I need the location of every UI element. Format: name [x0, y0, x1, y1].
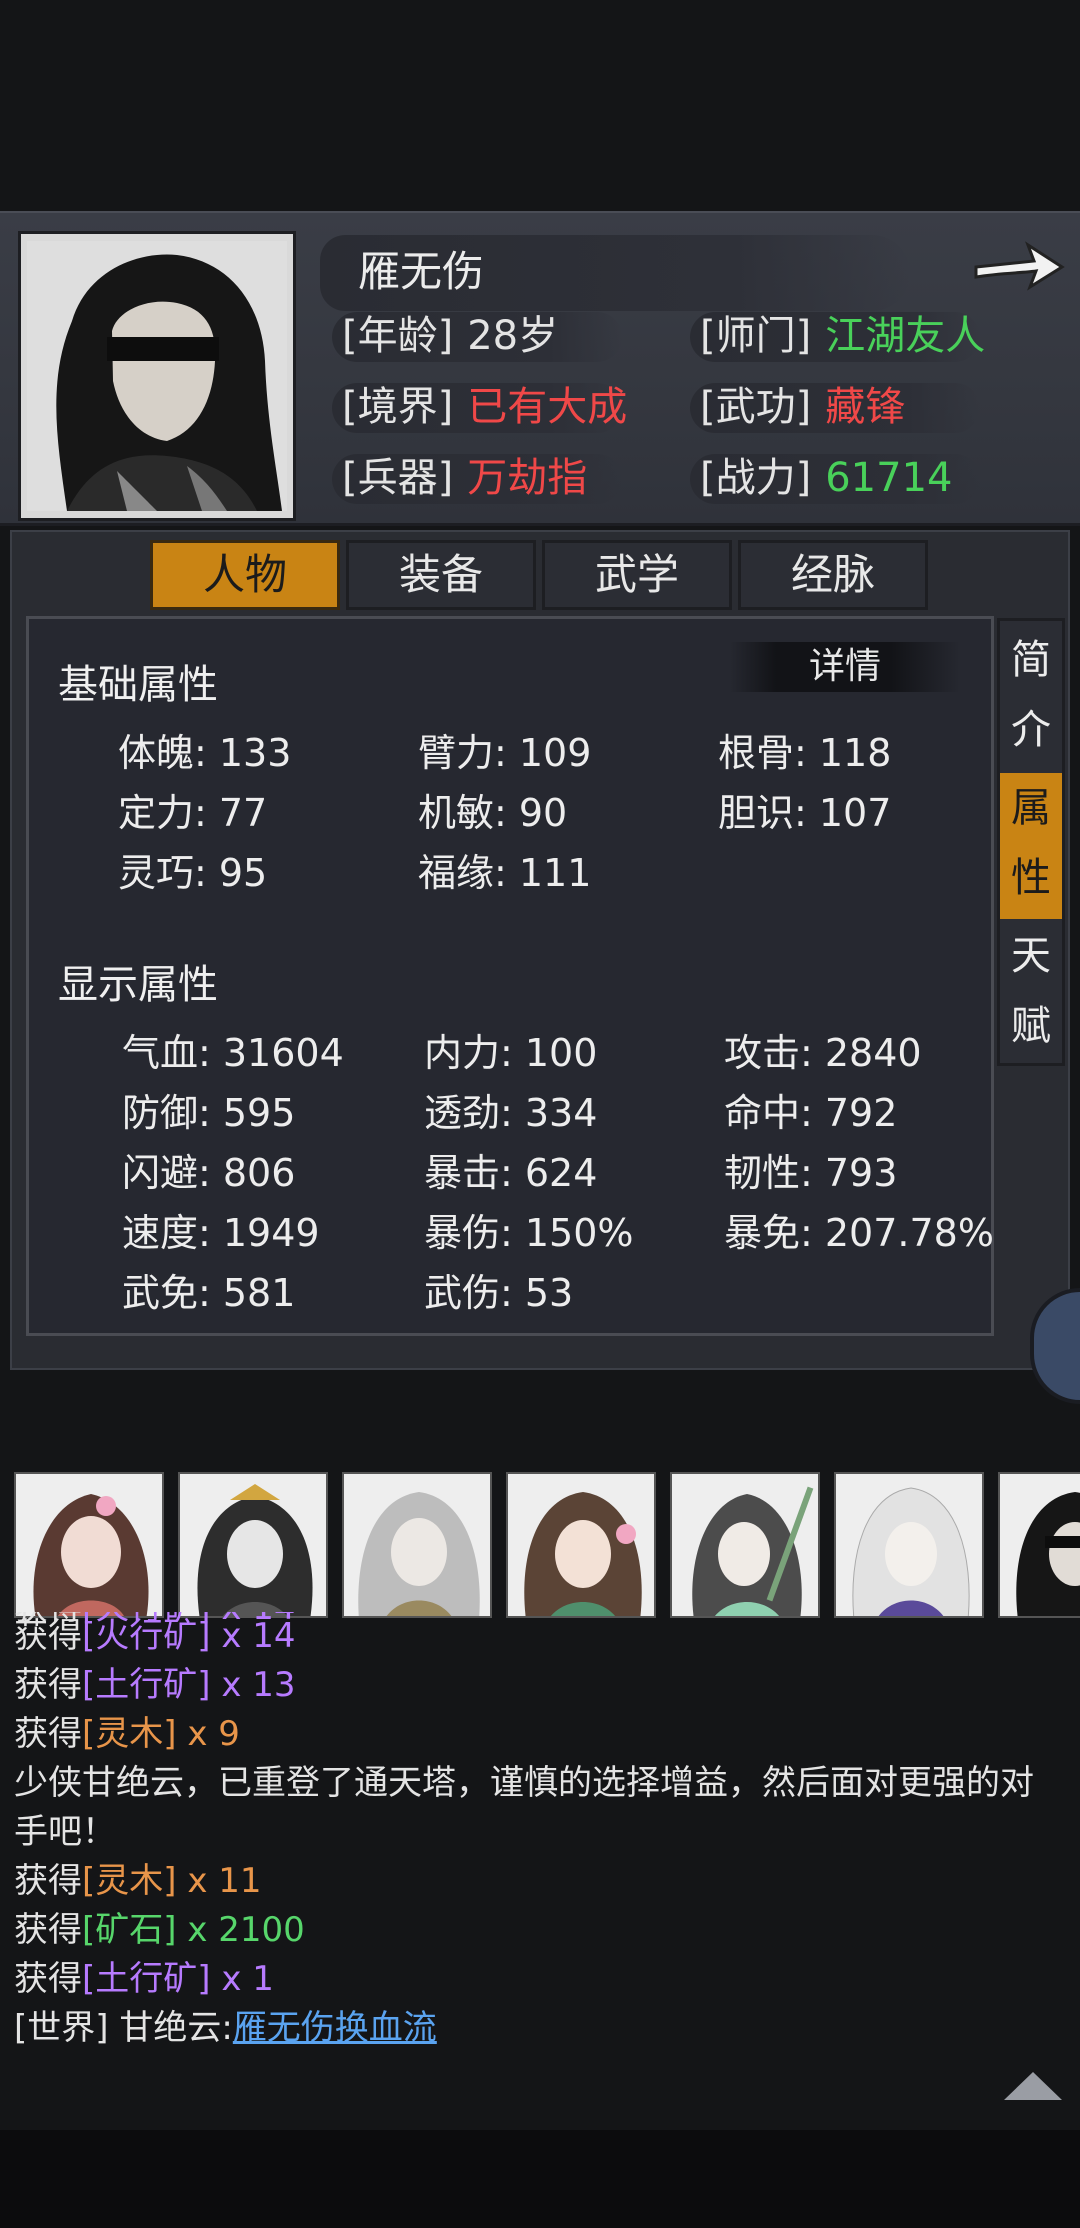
chat-line: 获得[土行矿] x 1	[14, 1959, 274, 1999]
side-tab-attributes[interactable]: 属性	[1000, 773, 1062, 919]
stat-bone: 根骨: 118	[718, 731, 892, 775]
portrait-image	[27, 241, 287, 511]
stat-accuracy: 命中: 792	[724, 1091, 898, 1135]
team-member-4[interactable]	[506, 1472, 656, 1618]
stat-crit-damage: 暴伤: 150%	[424, 1211, 634, 1255]
stat-agility: 机敏: 90	[418, 791, 568, 835]
stat-physique: 体魄: 133	[118, 731, 292, 775]
attr-age: [年龄] 28岁	[332, 308, 622, 364]
side-tab-talents[interactable]: 天赋	[1000, 921, 1062, 1067]
tab-equipment[interactable]: 装备	[346, 540, 536, 610]
attr-weapon: [兵器] 万劫指	[332, 450, 622, 506]
character-header: 雁无伤 [年龄] 28岁 [师门] 江湖友人 [境界] 已有大成 [武功] 藏锋 [兵器…	[0, 211, 1080, 526]
character-name: 雁无伤	[358, 247, 485, 296]
stat-martial-immunity: 武免: 581	[122, 1271, 296, 1315]
attr-realm: [境界] 已有大成	[332, 379, 627, 435]
bottom-bar	[0, 2130, 1080, 2228]
attr-combat-power: [战力] 61714	[690, 450, 980, 506]
stat-composure: 定力: 77	[118, 791, 268, 835]
team-member-3[interactable]	[342, 1472, 492, 1618]
stat-crit: 暴击: 624	[424, 1151, 598, 1195]
stat-arm-strength: 臂力: 109	[418, 731, 592, 775]
team-member-7[interactable]	[998, 1472, 1080, 1618]
base-attributes-title: 基础属性	[58, 662, 218, 708]
stat-courage: 胆识: 107	[718, 791, 892, 835]
chat-sender: 甘绝云:	[119, 2008, 233, 2048]
stat-dodge: 闪避: 806	[122, 1151, 296, 1195]
chat-line: 获得[灵木] x 11	[14, 1861, 262, 1901]
collapse-chat-triangle-icon[interactable]	[1000, 2066, 1066, 2106]
world-channel-tag: [世界]	[14, 2008, 109, 2048]
team-member-6[interactable]	[834, 1472, 984, 1618]
attr-martial-art: [武功] 藏锋	[690, 379, 980, 435]
chat-log: 获得[火行矿] x 14 获得[土行矿] x 13 获得[灵木] x 9 少侠甘…	[14, 1612, 1054, 2053]
character-portrait[interactable]	[18, 231, 296, 521]
stat-martial-damage: 武伤: 53	[424, 1271, 574, 1315]
tab-meridians[interactable]: 经脉	[738, 540, 928, 610]
stat-penetration: 透劲: 334	[424, 1091, 598, 1135]
team-member-1[interactable]	[14, 1472, 164, 1618]
chat-line: 少侠甘绝云，已重登了通天塔，谨慎的选择增益，然后面对更强的对手吧！	[14, 1763, 1034, 1852]
tab-martial-arts[interactable]: 武学	[542, 540, 732, 610]
world-chat-line: [世界] 甘绝云:雁无伤换血流	[14, 2004, 1054, 2053]
stat-defense: 防御: 595	[122, 1091, 296, 1135]
stat-toughness: 韧性: 793	[724, 1151, 898, 1195]
chat-line: 获得[土行矿] x 13	[14, 1665, 296, 1705]
next-character-arrow-icon[interactable]	[970, 233, 1066, 305]
chat-item-link[interactable]: 雁无伤换血流	[233, 2008, 437, 2048]
side-tabs: 简介 属性 天赋	[997, 618, 1065, 1066]
stat-inner-power: 内力: 100	[424, 1031, 598, 1075]
tab-character[interactable]: 人物	[150, 540, 340, 610]
stat-hp: 气血: 31604	[122, 1031, 344, 1075]
stat-crit-resist: 暴免: 207.78%	[724, 1211, 994, 1255]
team-portraits	[14, 1472, 1080, 1618]
stat-attack: 攻击: 2840	[724, 1031, 922, 1075]
team-member-2[interactable]	[178, 1472, 328, 1618]
chat-line: 获得[矿石] x 2100	[14, 1910, 305, 1950]
chat-line: 获得[灵木] x 9	[14, 1714, 240, 1754]
chat-clipped-line: 获得[火行矿] x 14	[14, 1612, 1054, 1634]
team-member-5[interactable]	[670, 1472, 820, 1618]
stat-speed: 速度: 1949	[122, 1211, 320, 1255]
side-tab-profile[interactable]: 简介	[1000, 625, 1062, 771]
stat-dexterity: 灵巧: 95	[118, 851, 268, 895]
main-tabs: 人物 装备 武学 经脉	[150, 540, 928, 612]
display-attributes-title: 显示属性	[58, 962, 218, 1008]
details-button[interactable]: 详情	[730, 642, 960, 692]
stat-fortune: 福缘: 111	[418, 851, 592, 895]
attr-sect: [师门] 江湖友人	[690, 308, 985, 364]
